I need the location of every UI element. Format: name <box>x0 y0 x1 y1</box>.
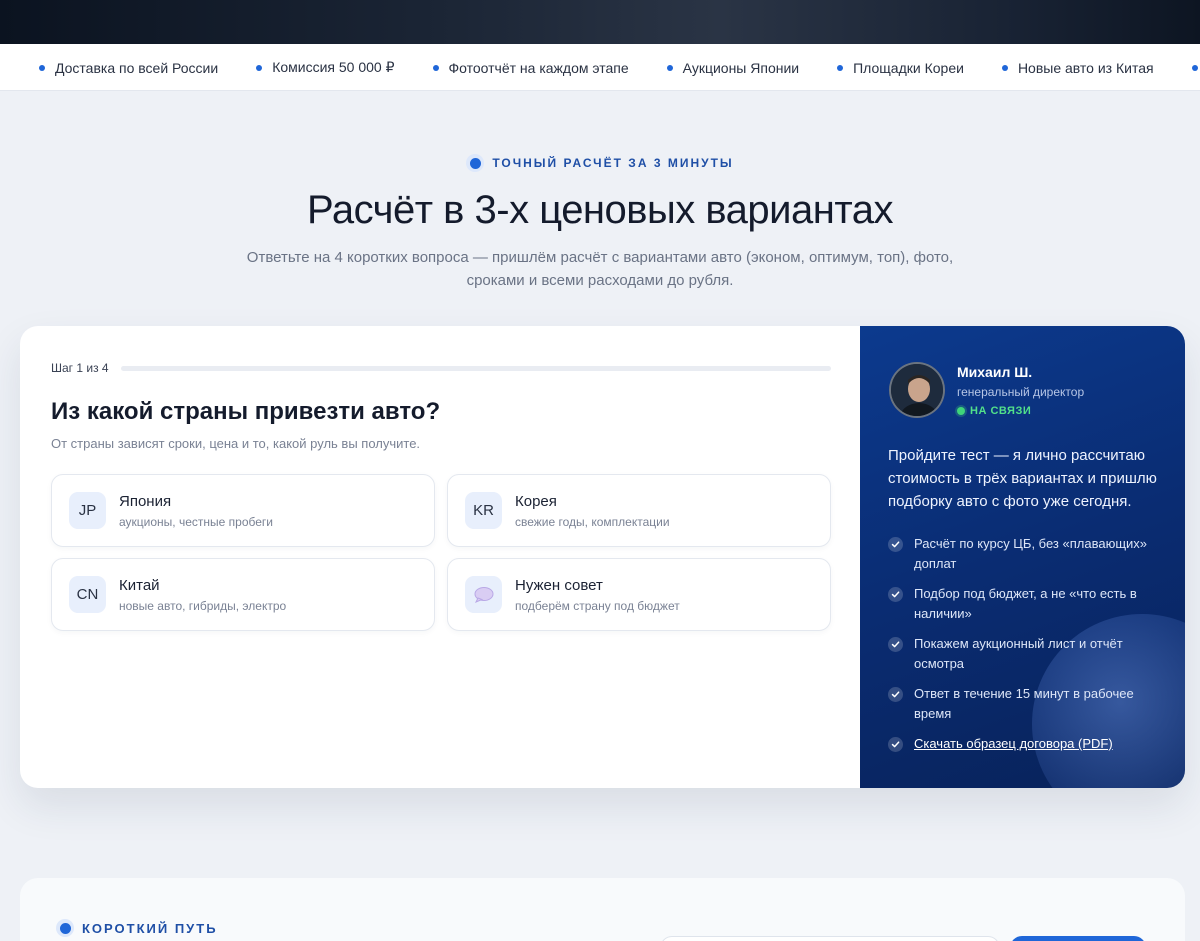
hero-image-strip <box>0 0 1200 44</box>
ticker-item-label: Фотоотчёт на каждом этапе <box>448 59 629 76</box>
quiz-panel: Шаг 1 из 4 Из какой страны привезти авто… <box>20 326 860 788</box>
option-title: Китай <box>119 576 160 594</box>
option-subtitle: аукционы, честные пробеги <box>119 514 273 529</box>
ticker-item-label: Комиссия 50 000 ₽ <box>272 59 395 75</box>
primary-button[interactable] <box>1010 936 1146 941</box>
quiz-card: Шаг 1 из 4 Из какой страны привезти авто… <box>20 326 1185 788</box>
short-path-section: КОРОТКИЙ ПУТЬ <box>20 878 1185 941</box>
bullet-dot-icon <box>837 64 844 71</box>
ticker-item-label: Аукционы Японии <box>682 59 800 76</box>
check-icon <box>888 587 903 602</box>
list-item: Подбор под бюджет, а не «что есть в нали… <box>888 584 1158 624</box>
country-code-badge: JP <box>69 492 106 529</box>
manager-pitch: Пройдите тест — я лично рассчитаю стоимо… <box>888 447 1157 510</box>
eyebrow-text: КОРОТКИЙ ПУТЬ <box>82 920 218 936</box>
pulse-dot-icon <box>56 919 74 937</box>
option-korea[interactable]: KR Корея свежие годы, комплектации <box>447 474 831 547</box>
ticker-track: с Доставка по всей России Комиссия 50 00… <box>0 44 1200 90</box>
ticker-item-label: Новые авто из Китая <box>1017 59 1154 76</box>
option-title: Нужен совет <box>515 576 603 594</box>
option-china[interactable]: CN Китай новые авто, гибриды, электро <box>51 558 435 631</box>
ticker-item-label: Площадки Кореи <box>853 59 964 76</box>
check-icon <box>888 687 903 702</box>
ticker-item: Площадки Кореи <box>837 60 964 76</box>
bullet-dot-icon <box>666 64 673 71</box>
bullet-dot-icon <box>256 64 263 71</box>
manager-panel: Михаил Ш. генеральный директор НА СВЯЗИ … <box>860 326 1185 788</box>
list-item: Расчёт по курсу ЦБ, без «плавающих» допл… <box>888 534 1158 574</box>
option-text: Япония аукционы, честные пробеги <box>119 493 273 529</box>
speech-bubble-icon <box>465 576 502 613</box>
benefits-list: Расчёт по курсу ЦБ, без «плавающих» допл… <box>888 534 1158 764</box>
manager-card: Михаил Ш. генеральный директор НА СВЯЗИ <box>889 362 1084 418</box>
pulse-dot-icon <box>466 154 485 172</box>
online-status: НА СВЯЗИ <box>957 405 1084 417</box>
option-text: Корея свежие годы, комплектации <box>515 493 670 529</box>
ticker-item-label: Доставка по всей России <box>55 59 219 76</box>
secondary-button[interactable] <box>660 936 1000 941</box>
progress-bar <box>120 365 831 371</box>
step-label: Шаг 1 из 4 <box>51 361 109 375</box>
ticker-item: С <box>1191 60 1200 76</box>
eyebrow-text: ТОЧНЫЙ РАСЧЁТ ЗА 3 МИНУТЫ <box>492 156 734 170</box>
manager-info: Михаил Ш. генеральный директор НА СВЯЗИ <box>957 362 1084 417</box>
benefit-text: Ответ в течение 15 минут в рабочее время <box>914 686 1134 721</box>
download-contract-link[interactable]: Скачать образец договора (PDF) <box>914 734 1113 754</box>
option-text: Нужен совет подберём страну под бюджет <box>515 577 680 613</box>
list-item: Ответ в течение 15 минут в рабочее время <box>888 684 1158 724</box>
bullet-dot-icon <box>39 64 45 71</box>
list-item: Скачать образец договора (PDF) <box>888 734 1158 754</box>
benefits-ticker: с Доставка по всей России Комиссия 50 00… <box>0 44 1200 91</box>
section-eyebrow: КОРОТКИЙ ПУТЬ <box>56 919 218 937</box>
manager-role: генеральный директор <box>957 385 1085 399</box>
option-subtitle: новые авто, гибриды, электро <box>119 598 287 613</box>
option-japan[interactable]: JP Япония аукционы, честные пробеги <box>51 474 435 547</box>
benefit-text: Подбор под бюджет, а не «что есть в нали… <box>914 586 1137 621</box>
section-eyebrow: ТОЧНЫЙ РАСЧЁТ ЗА 3 МИНУТЫ <box>0 154 1200 172</box>
check-icon <box>888 537 903 552</box>
ticker-item: Комиссия 50 000 ₽ <box>256 59 395 76</box>
avatar <box>889 362 945 418</box>
list-item: Покажем аукционный лист и отчёт осмотра <box>888 634 1158 674</box>
check-icon <box>888 637 903 652</box>
ticker-item: Новые авто из Китая <box>1001 59 1154 76</box>
check-icon <box>888 737 903 752</box>
option-need-advice[interactable]: Нужен совет подберём страну под бюджет <box>447 558 831 631</box>
ticker-item: Фотоотчёт на каждом этапе <box>432 59 629 76</box>
option-title: Корея <box>515 492 557 510</box>
bullet-dot-icon <box>1001 64 1008 71</box>
ticker-item: Доставка по всей России <box>39 60 218 76</box>
country-options: JP Япония аукционы, честные пробеги KR К… <box>51 474 831 631</box>
manager-name: Михаил Ш. <box>957 364 1033 380</box>
online-dot-icon <box>957 407 965 415</box>
bullet-dot-icon <box>1191 64 1198 71</box>
section-title: Расчёт в 3-х ценовых вариантах <box>307 188 893 232</box>
benefit-text: Расчёт по курсу ЦБ, без «плавающих» допл… <box>914 536 1148 571</box>
question-hint: От страны зависят сроки, цена и то, како… <box>51 436 421 451</box>
country-code-badge: CN <box>69 576 106 613</box>
bullet-dot-icon <box>432 64 439 71</box>
country-code-badge: KR <box>465 492 502 529</box>
ticker-item: Аукционы Японии <box>666 59 800 76</box>
option-title: Япония <box>119 492 172 510</box>
online-status-label: НА СВЯЗИ <box>970 405 1032 417</box>
step-progress: Шаг 1 из 4 <box>51 361 831 375</box>
option-subtitle: свежие годы, комплектации <box>515 514 670 529</box>
question-title: Из какой страны привезти авто? <box>51 398 441 425</box>
option-subtitle: подберём страну под бюджет <box>515 598 680 613</box>
section-subtitle: Ответьте на 4 коротких вопроса — пришлём… <box>246 249 954 289</box>
option-text: Китай новые авто, гибриды, электро <box>119 577 286 613</box>
benefit-text: Покажем аукционный лист и отчёт осмотра <box>914 636 1123 671</box>
